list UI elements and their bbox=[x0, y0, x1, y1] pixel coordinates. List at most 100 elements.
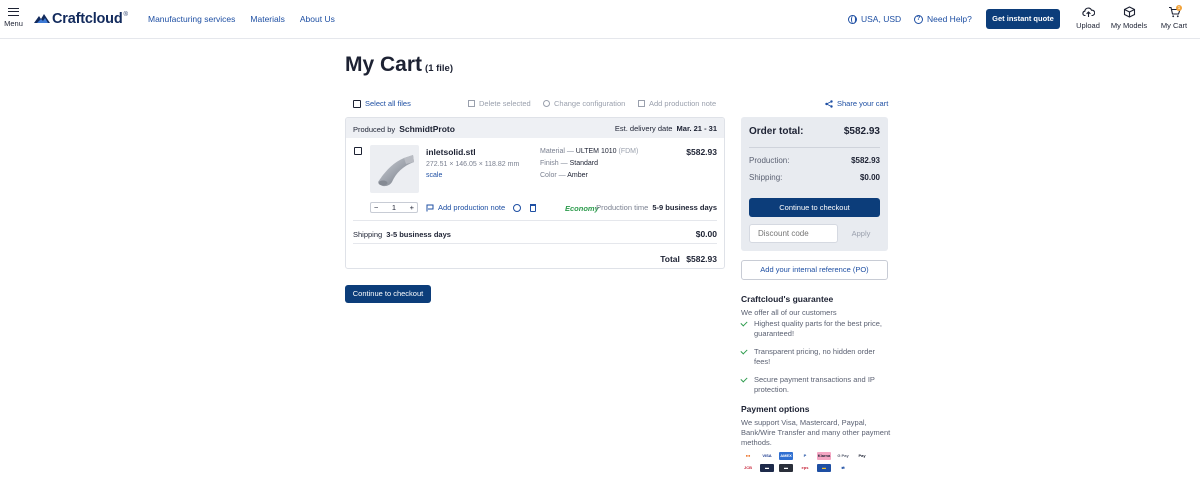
quantity-stepper: − 1 + bbox=[370, 202, 418, 213]
klarna-icon: Klarna bbox=[817, 452, 831, 460]
guarantee-item: Highest quality parts for the best price… bbox=[740, 319, 888, 339]
nav-about-us[interactable]: About Us bbox=[300, 14, 335, 24]
shipping-price: $0.00 bbox=[695, 229, 717, 239]
region-selector[interactable]: USA, USD bbox=[848, 14, 901, 24]
shipping-time: 3-5 business days bbox=[386, 230, 451, 239]
delete-selected-label: Delete selected bbox=[479, 99, 531, 108]
check-icon bbox=[740, 347, 748, 355]
item-price: $582.93 bbox=[686, 147, 717, 157]
delivery-info: Est. delivery date Mar. 21 - 31 bbox=[615, 124, 717, 133]
menu-button[interactable]: Menu bbox=[4, 8, 23, 28]
nav-manufacturing-services[interactable]: Manufacturing services bbox=[148, 14, 235, 24]
check-icon bbox=[740, 375, 748, 383]
get-instant-quote-button[interactable]: Get instant quote bbox=[986, 9, 1060, 29]
share-cart-button[interactable]: Share your cart bbox=[825, 99, 888, 108]
bank-card-icon: ▬ bbox=[760, 464, 774, 472]
guarantee-title: Craftcloud's guarantee bbox=[741, 294, 834, 304]
production-cost-value: $582.93 bbox=[851, 156, 880, 165]
share-icon bbox=[825, 99, 833, 108]
shipping-label: Shipping bbox=[353, 230, 383, 239]
delete-selected-button[interactable]: Delete selected bbox=[468, 99, 531, 108]
cloud-logo-icon bbox=[34, 14, 50, 23]
share-cart-label: Share your cart bbox=[837, 99, 889, 108]
payment-logos: ●● VISA AMEX P Klarna G Pay Pay JCB ▬ ▬ eps ▬ ⇄ bbox=[741, 452, 876, 472]
toolbar-add-production-note-button[interactable]: Add production note bbox=[638, 99, 716, 108]
my-models-button[interactable]: My Models bbox=[1110, 6, 1148, 30]
color-spec: Color — Amber bbox=[540, 172, 588, 179]
toolbar-add-production-note-label: Add production note bbox=[649, 99, 717, 108]
shipping-line: Shipping 3-5 business days bbox=[353, 230, 451, 239]
my-cart-button[interactable]: 1 My Cart bbox=[1159, 5, 1189, 30]
guarantee-text: Secure payment transactions and IP prote… bbox=[754, 375, 875, 394]
producer-name[interactable]: SchmidtProto bbox=[399, 124, 455, 134]
eps-icon: eps bbox=[798, 464, 812, 472]
cloud-upload-icon bbox=[1081, 7, 1095, 17]
delete-item-trash-icon[interactable] bbox=[530, 204, 536, 212]
apply-discount-button[interactable]: Apply bbox=[842, 224, 880, 243]
trash-icon bbox=[468, 100, 475, 107]
guarantee-text: Highest quality parts for the best price… bbox=[754, 319, 882, 338]
check-icon bbox=[740, 319, 748, 327]
globe-icon bbox=[848, 14, 857, 24]
process-value: (FDM) bbox=[618, 148, 639, 155]
item-add-production-note-label: Add production note bbox=[438, 203, 506, 212]
settings-gear-icon[interactable] bbox=[513, 204, 521, 212]
jcb-icon: JCB bbox=[741, 464, 755, 472]
my-models-label: My Models bbox=[1110, 21, 1148, 30]
select-all-files[interactable]: Select all files bbox=[353, 99, 411, 108]
qty-decrease-button[interactable]: − bbox=[374, 203, 378, 212]
craftcloud-logo[interactable]: Craftcloud ® bbox=[33, 11, 128, 27]
upload-label: Upload bbox=[1076, 21, 1100, 30]
hamburger-icon bbox=[8, 8, 19, 16]
material-spec: Material — ULTEM 1010 (FDM) bbox=[540, 148, 638, 155]
region-label: USA, USD bbox=[861, 14, 902, 24]
guarantee-item: Transparent pricing, no hidden order fee… bbox=[740, 347, 888, 367]
guarantee-text: Transparent pricing, no hidden order fee… bbox=[754, 347, 876, 366]
economy-tier-label: Economy bbox=[565, 204, 599, 213]
add-po-reference-button[interactable]: Add your internal reference (PO) bbox=[741, 260, 888, 280]
finish-spec: Finish — Standard bbox=[540, 160, 598, 167]
page-title-text: My Cart bbox=[345, 53, 423, 76]
guarantee-subtitle: We offer all of our customers bbox=[741, 308, 837, 317]
item-filename[interactable]: inletsolid.stl bbox=[426, 147, 476, 157]
cart-producer-card: Produced by SchmidtProto Est. delivery d… bbox=[345, 117, 725, 269]
google-pay-icon: G Pay bbox=[836, 452, 850, 460]
qty-increase-button[interactable]: + bbox=[410, 203, 414, 212]
file-count: (1 file) bbox=[425, 63, 454, 74]
summary-continue-to-checkout-button[interactable]: Continue to checkout bbox=[749, 198, 880, 217]
gear-icon bbox=[543, 100, 550, 107]
producer-info: Produced by SchmidtProto bbox=[353, 124, 455, 134]
nav-materials[interactable]: Materials bbox=[250, 14, 284, 24]
divider bbox=[353, 243, 717, 244]
payment-options-text: We support Visa, Mastercard, Paypal, Ban… bbox=[741, 418, 891, 447]
paypal-icon: P bbox=[798, 452, 812, 460]
shipping-cost-value: $0.00 bbox=[859, 173, 880, 182]
continue-to-checkout-button[interactable]: Continue to checkout bbox=[345, 285, 431, 303]
bank-transfer-icon: ▬ bbox=[779, 464, 793, 472]
upload-button[interactable]: Upload bbox=[1073, 6, 1103, 30]
visa-icon: VISA bbox=[760, 452, 774, 460]
discount-code-input[interactable] bbox=[749, 224, 838, 243]
select-all-checkbox[interactable] bbox=[353, 99, 361, 108]
item-add-production-note-button[interactable]: Add production note bbox=[426, 203, 505, 212]
logo-registered: ® bbox=[123, 12, 128, 18]
scale-link[interactable]: scale bbox=[426, 172, 442, 179]
select-all-label: Select all files bbox=[365, 99, 411, 108]
divider bbox=[353, 220, 717, 221]
delivery-label: Est. delivery date bbox=[614, 124, 673, 133]
mastercard-icon: ●● bbox=[741, 452, 755, 460]
item-checkbox[interactable] bbox=[354, 147, 362, 155]
total-label: Total bbox=[660, 254, 680, 264]
note-icon bbox=[638, 100, 645, 107]
change-configuration-label: Change configuration bbox=[554, 99, 626, 108]
model-thumbnail[interactable] bbox=[370, 145, 419, 193]
finish-value: Standard bbox=[569, 160, 598, 167]
qty-value[interactable]: 1 bbox=[392, 203, 396, 212]
color-value: Amber bbox=[567, 172, 588, 179]
change-configuration-button[interactable]: Change configuration bbox=[543, 99, 625, 108]
total-value: $582.93 bbox=[686, 254, 717, 264]
order-summary: Order total: $582.93 Production: $582.93… bbox=[741, 117, 888, 251]
color-label: Color — bbox=[540, 172, 566, 179]
help-link[interactable]: ? Need Help? bbox=[914, 14, 972, 24]
material-value: ULTEM 1010 bbox=[575, 148, 617, 155]
